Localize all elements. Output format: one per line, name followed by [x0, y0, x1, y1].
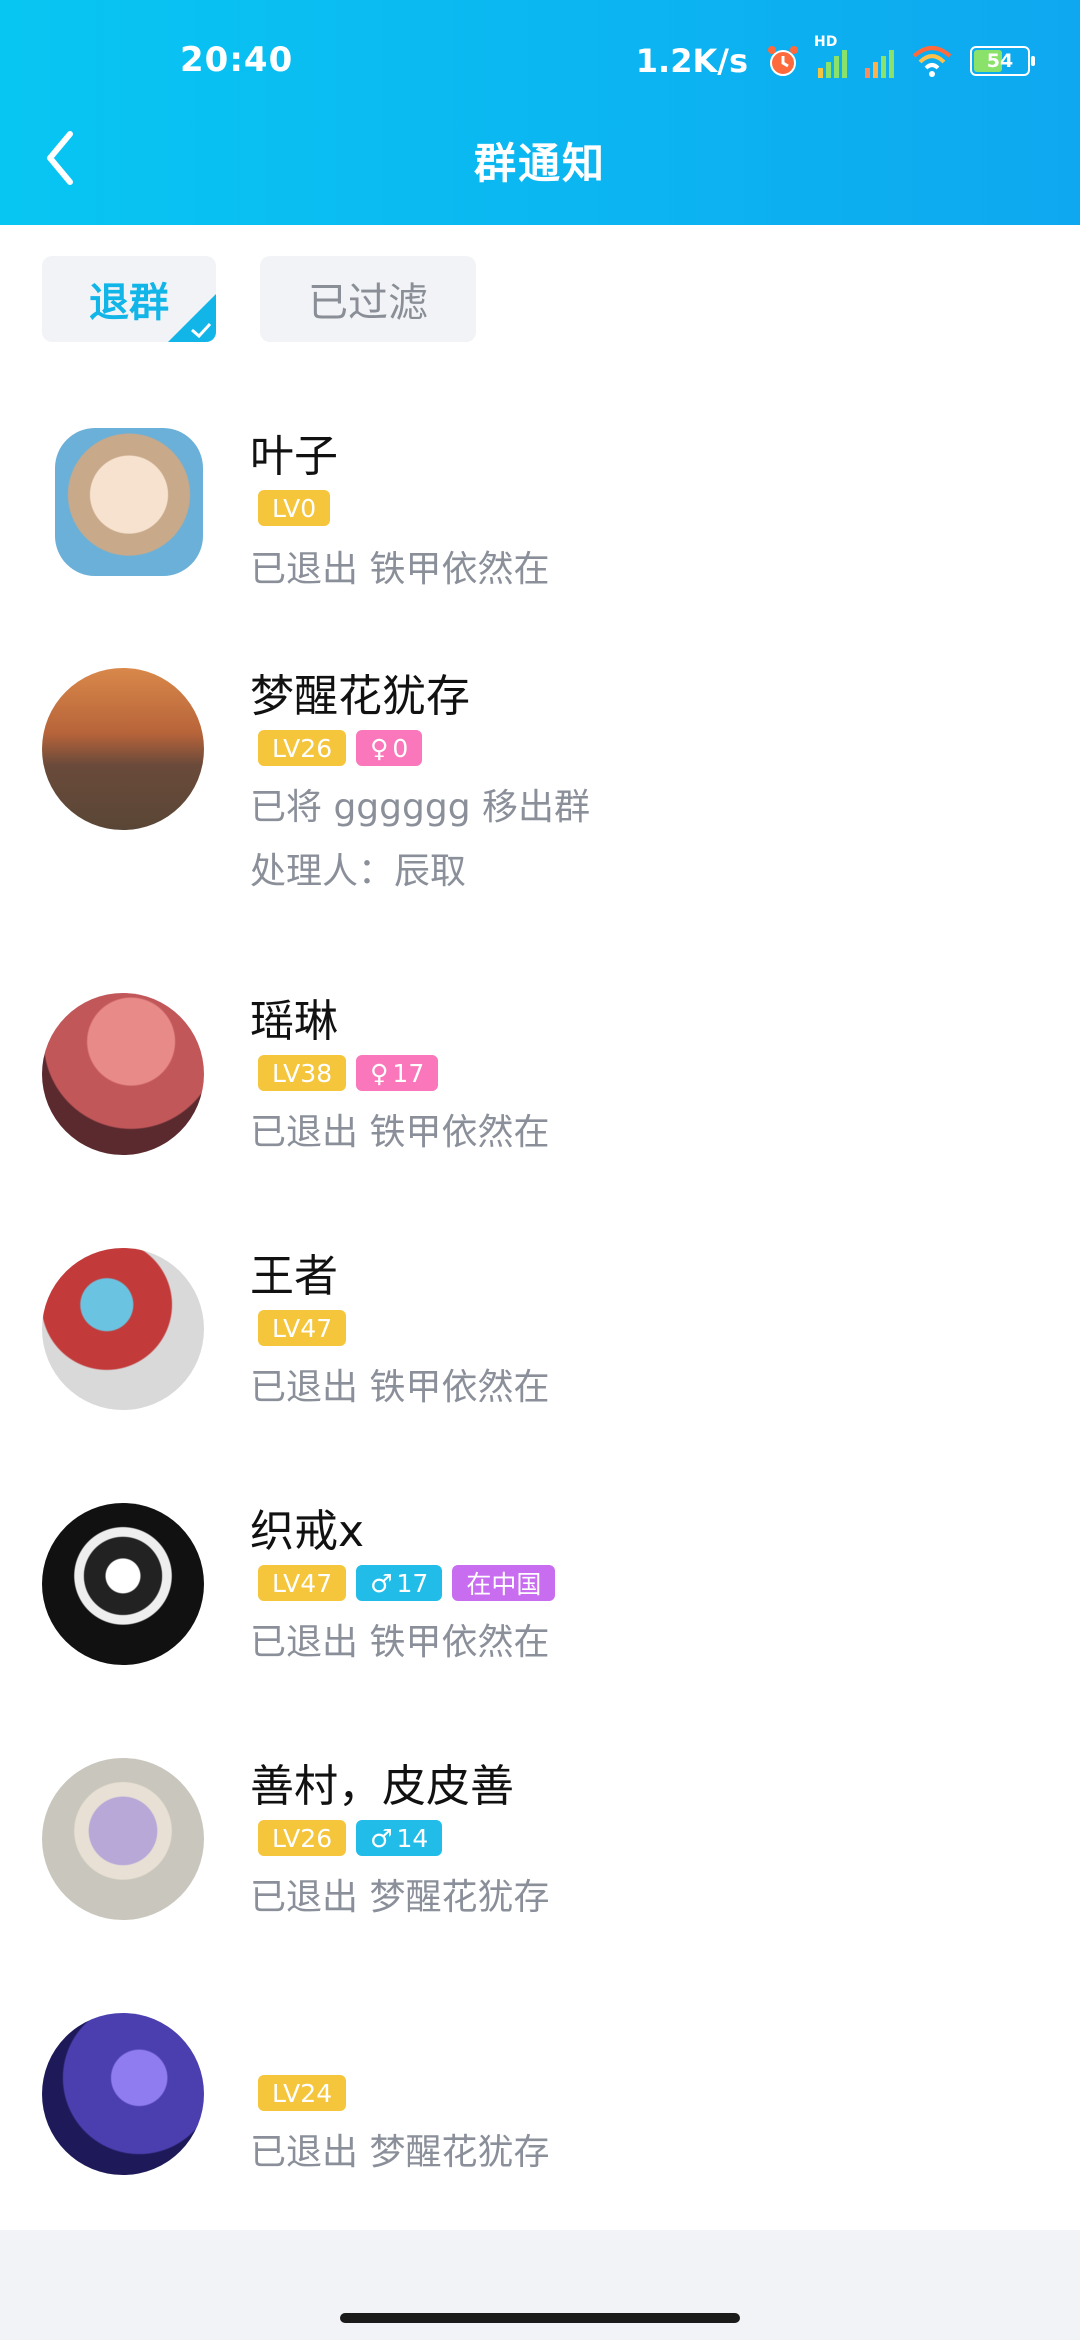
male-icon: ♂: [370, 1823, 393, 1853]
list-item[interactable]: 善村，皮皮善 LV26 ♂ 14 已退出 梦醒花犹存: [0, 1750, 1080, 1950]
level-badge: LV38: [258, 1055, 347, 1091]
avatar[interactable]: [42, 668, 204, 830]
list-item[interactable]: LV24 已退出 梦醒花犹存: [0, 2005, 1080, 2205]
battery-icon: 54: [970, 46, 1035, 76]
level-badge: LV24: [258, 2075, 347, 2111]
event-text: 已退出 铁甲依然在: [250, 1622, 550, 1663]
top-bar: 20:40 1.2K/s HD 54 群通知: [0, 0, 1080, 225]
member-name: 织戒x: [250, 1506, 365, 1557]
list-item[interactable]: 王者 LV47 已退出 铁甲依然在: [0, 1240, 1080, 1440]
event-text: 已退出 梦醒花犹存: [250, 1877, 550, 1918]
age-text: 17: [392, 1058, 425, 1088]
member-name: 王者: [250, 1251, 338, 1302]
event-text: 已退出 铁甲依然在: [250, 1367, 550, 1408]
member-name: 叶子: [250, 431, 338, 482]
page-title: 群通知: [473, 139, 606, 188]
level-badge: LV26: [258, 1820, 347, 1856]
hd-label: HD: [814, 34, 838, 50]
event-text: 已将 gggggg 移出群: [250, 787, 590, 828]
badges: LV38 ♀ 17: [258, 1055, 439, 1091]
age-text: 17: [396, 1568, 429, 1598]
list-item[interactable]: 叶子 LV0 已退出 铁甲依然在: [0, 395, 1080, 595]
net-speed: 1.2K/s: [635, 42, 748, 80]
badges: LV47: [258, 1310, 347, 1346]
member-name: 善村，皮皮善: [250, 1761, 514, 1812]
avatar[interactable]: [55, 428, 203, 576]
event-text: 已退出 梦醒花犹存: [250, 2132, 550, 2173]
list-item[interactable]: 梦醒花犹存 LV26 ♀ 0 已将 gggggg 移出群 处理人：辰取: [0, 660, 1080, 910]
badges: LV26 ♀ 0: [258, 730, 423, 766]
location-badge: 在中国: [452, 1565, 556, 1601]
gender-age-badge: ♀ 17: [356, 1055, 439, 1091]
female-icon: ♀: [370, 1058, 389, 1088]
level-badge: LV47: [258, 1310, 347, 1346]
badges: LV24: [258, 2075, 347, 2111]
level-badge: LV26: [258, 730, 347, 766]
signal-hd-icon: HD: [814, 34, 847, 78]
signal-icon: [865, 44, 894, 78]
event-text: 已退出 铁甲依然在: [250, 549, 550, 590]
gender-age-badge: ♂ 14: [356, 1820, 443, 1856]
avatar[interactable]: [42, 1248, 204, 1410]
avatar[interactable]: [42, 1503, 204, 1665]
age-text: 0: [392, 733, 409, 763]
female-icon: ♀: [370, 733, 389, 763]
member-name: 瑶琳: [250, 996, 338, 1047]
handler-text: 处理人：辰取: [250, 851, 467, 892]
avatar[interactable]: [42, 993, 204, 1155]
filter-tabs: 退群 已过滤: [42, 256, 476, 342]
status-icons: 1.2K/s HD 54: [635, 34, 1035, 84]
list-footer: [0, 2230, 1080, 2340]
tab-label: 退群: [89, 280, 169, 326]
alarm-icon: [768, 46, 798, 76]
list-item[interactable]: 瑶琳 LV38 ♀ 17 已退出 铁甲依然在: [0, 985, 1080, 1185]
age-text: 14: [396, 1823, 429, 1853]
tab-label: 已过滤: [308, 280, 428, 326]
avatar[interactable]: [42, 1758, 204, 1920]
level-badge: LV0: [258, 490, 331, 526]
badges: LV26 ♂ 14: [258, 1820, 443, 1856]
badges: LV47 ♂ 17 在中国: [258, 1565, 556, 1601]
battery-level: 54: [986, 50, 1014, 72]
check-icon: [168, 294, 216, 342]
list-item[interactable]: 织戒x LV47 ♂ 17 在中国 已退出 铁甲依然在: [0, 1495, 1080, 1695]
tab-quit-group[interactable]: 退群: [42, 256, 216, 342]
gender-age-badge: ♂ 17: [356, 1565, 443, 1601]
gender-age-badge: ♀ 0: [356, 730, 423, 766]
tab-filtered[interactable]: 已过滤: [260, 256, 476, 342]
event-text: 已退出 铁甲依然在: [250, 1112, 550, 1153]
level-badge: LV47: [258, 1565, 347, 1601]
wifi-icon: [912, 46, 952, 77]
badges: LV0: [258, 490, 331, 526]
avatar[interactable]: [42, 2013, 204, 2175]
home-indicator[interactable]: [340, 2313, 740, 2323]
status-time: 20:40: [180, 40, 294, 80]
male-icon: ♂: [370, 1568, 393, 1598]
member-name: 梦醒花犹存: [250, 671, 470, 722]
